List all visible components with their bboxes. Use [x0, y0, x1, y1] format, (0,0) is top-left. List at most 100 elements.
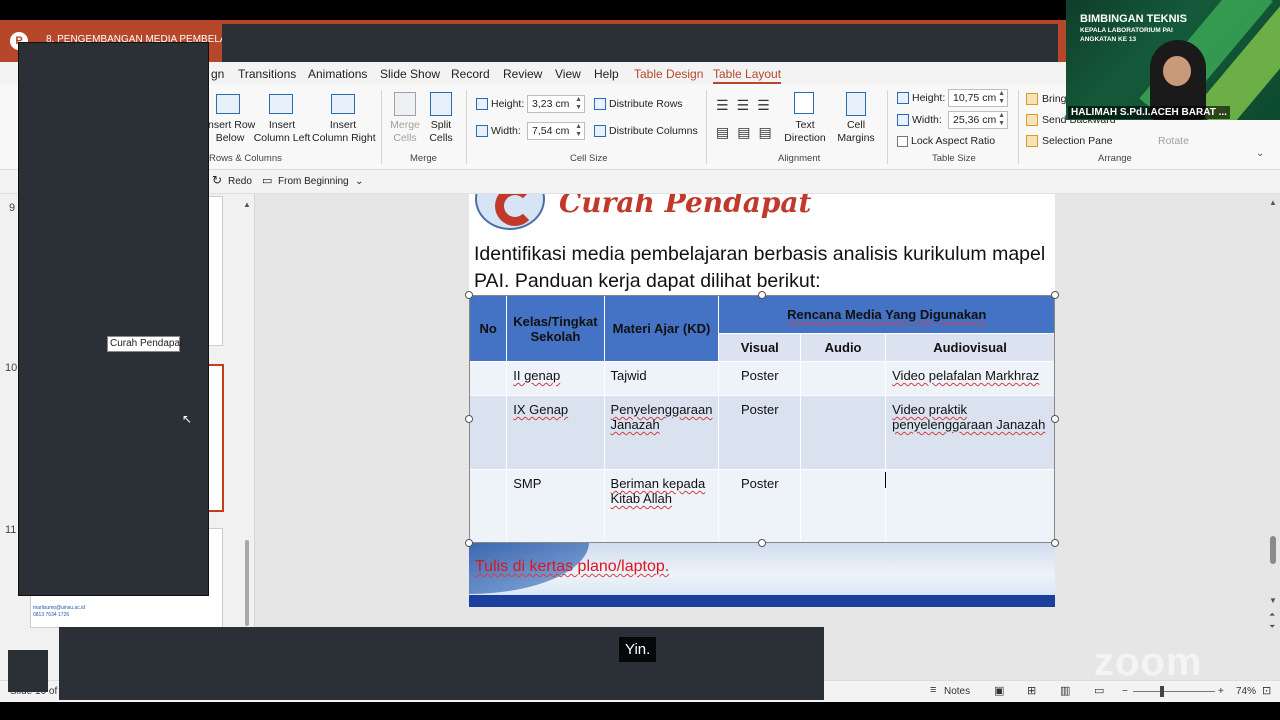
slideshow-view-icon[interactable]: ▭ [1094, 684, 1104, 697]
tab-design[interactable]: gn [211, 67, 224, 81]
tab-slide-show[interactable]: Slide Show [380, 67, 440, 81]
insert-row-below-button[interactable]: nsert Row Below [208, 119, 255, 145]
header-materi[interactable]: Materi Ajar (KD) [603, 295, 720, 362]
resize-handle[interactable] [758, 539, 766, 547]
notes-button[interactable]: Notes [944, 686, 970, 697]
scroll-up-icon[interactable]: ▲ [243, 200, 251, 209]
cell-no[interactable] [469, 395, 508, 470]
cell-kelas[interactable]: II genap [506, 361, 605, 396]
cell-materi[interactable]: Tajwid [603, 361, 720, 396]
slide-title[interactable]: Curah Pendapat [559, 194, 812, 219]
insert-column-right-button[interactable]: Insert Column Right [312, 119, 376, 145]
next-slide-icon[interactable]: ⏷ [1269, 622, 1275, 632]
cell-audiovisual[interactable]: Video pelafalan Markhraz [885, 361, 1055, 396]
cell-margins-button[interactable]: Cell Margins [832, 119, 880, 145]
scroll-down-icon[interactable]: ▼ [1269, 596, 1277, 605]
slide-sorter-icon[interactable]: ⊞ [1027, 684, 1036, 697]
distribute-columns-button[interactable]: Distribute Columns [609, 125, 698, 138]
cell-audio[interactable] [800, 361, 887, 396]
resize-handle[interactable] [465, 415, 473, 423]
spinner-arrows-icon[interactable]: ▲ ▼ [575, 123, 582, 139]
tab-help[interactable]: Help [594, 67, 619, 81]
cell-materi[interactable]: Beriman kepada Kitab Allah [603, 469, 720, 545]
scroll-thumb[interactable] [1270, 536, 1276, 564]
table-width-input[interactable]: 25,36 cm ▲ ▼ [948, 111, 1008, 129]
cell-visual[interactable]: Poster [718, 395, 802, 470]
cell-visual[interactable]: Poster [718, 469, 802, 545]
resize-handle[interactable] [1051, 291, 1059, 299]
customize-qat-icon[interactable]: ⌄ [355, 176, 363, 187]
resize-handle[interactable] [465, 291, 473, 299]
merge-cells-button[interactable]: Merge Cells [386, 119, 424, 145]
collapse-ribbon-icon[interactable]: ⌄ [1256, 148, 1264, 159]
cell-kelas[interactable]: SMP [506, 469, 605, 545]
spinner-arrows-icon[interactable]: ▲ ▼ [575, 96, 582, 112]
media-table[interactable]: No Kelas/Tingkat Sekolah Materi Ajar (KD… [469, 295, 1055, 545]
selection-pane-button[interactable]: Selection Pane [1042, 135, 1113, 148]
tab-table-design[interactable]: Table Design [634, 67, 703, 81]
tab-table-layout[interactable]: Table Layout [713, 67, 782, 84]
redo-button[interactable]: Redo [228, 176, 252, 187]
zoom-in-icon[interactable]: + [1218, 686, 1224, 697]
tab-record[interactable]: Record [451, 67, 490, 81]
tab-transitions[interactable]: Transitions [238, 67, 296, 81]
zoom-slider-thumb[interactable] [1160, 686, 1164, 697]
speaker-video[interactable]: BIMBINGAN TEKNIS KEPALA LABORATORIUM PAI… [1066, 0, 1280, 120]
resize-handle[interactable] [758, 291, 766, 299]
header-visual[interactable]: Visual [718, 333, 802, 362]
cell-width-value: 7,54 cm [532, 125, 570, 137]
lock-aspect-checkbox[interactable] [897, 136, 908, 147]
scroll-up-icon[interactable]: ▲ [1269, 198, 1277, 207]
cell-audio[interactable] [800, 395, 887, 470]
table-width-icon [897, 114, 909, 126]
table-height-input[interactable]: 10,75 cm ▲ ▼ [948, 89, 1008, 107]
horizontal-align-icons[interactable]: ☰☰☰ [716, 97, 778, 114]
header-kelas[interactable]: Kelas/Tingkat Sekolah [506, 295, 605, 362]
header-audio[interactable]: Audio [800, 333, 887, 362]
spinner-arrows-icon[interactable]: ▲ ▼ [998, 90, 1005, 106]
header-audiovisual[interactable]: Audiovisual [885, 333, 1055, 362]
reading-view-icon[interactable]: ▥ [1060, 684, 1070, 697]
cell-kelas[interactable]: IX Genap [506, 395, 605, 470]
cell-height-input[interactable]: 3,23 cm ▲ ▼ [527, 95, 585, 113]
previous-slide-icon[interactable]: ⏶ [1269, 610, 1275, 620]
cell-audiovisual[interactable] [885, 469, 1055, 545]
tab-view[interactable]: View [555, 67, 581, 81]
slide-footnote[interactable]: Tulis di kertas plano/laptop. [475, 558, 669, 576]
header-no[interactable]: No [469, 295, 508, 362]
thumbnail-tooltip: Curah Pendapat [107, 336, 183, 352]
from-beginning-button[interactable]: From Beginning [278, 176, 349, 187]
resize-handle[interactable] [465, 539, 473, 547]
header-rencana[interactable]: Rencana Media Yang Digunakan [718, 295, 1055, 334]
scroll-thumb[interactable] [245, 540, 249, 626]
cell-audio[interactable] [800, 469, 887, 545]
cell-no[interactable] [469, 361, 508, 396]
zoom-out-icon[interactable]: − [1122, 686, 1128, 697]
insert-column-left-button[interactable]: Insert Column Left [253, 119, 311, 145]
rotate-button[interactable]: Rotate [1158, 135, 1189, 148]
zoom-level[interactable]: 74% [1236, 686, 1256, 697]
text-direction-button[interactable]: Text Direction [778, 119, 832, 145]
cell-visual[interactable]: Poster [718, 361, 802, 396]
editor-scrollbar[interactable]: ▲ ▼ ⏶ ⏷ [1266, 196, 1280, 636]
tab-review[interactable]: Review [503, 67, 542, 81]
cell-width-input[interactable]: 7,54 cm ▲ ▼ [527, 122, 585, 140]
resize-handle[interactable] [1051, 539, 1059, 547]
vertical-align-icons[interactable]: ▤▤▤ [716, 124, 780, 141]
bring-forward-button[interactable]: Bring [1042, 93, 1067, 106]
cell-materi[interactable]: Penyelenggaraan Janazah [603, 395, 720, 470]
cell-audiovisual[interactable]: Video praktik penyelenggaraan Janazah [885, 395, 1055, 470]
split-cells-button[interactable]: Split Cells [422, 119, 460, 145]
distribute-rows-button[interactable]: Distribute Rows [609, 98, 683, 111]
normal-view-icon[interactable]: ▣ [994, 684, 1004, 697]
speaker-name: HALIMAH S.Pd.I.ACEH BARAT ... [1068, 106, 1230, 119]
thumbnail-scrollbar[interactable]: ▲ [243, 200, 251, 626]
insert-column-left-icon [269, 94, 293, 114]
zoom-slider[interactable] [1133, 691, 1215, 692]
slide-intro-text[interactable]: Identifikasi media pembelajaran berbasis… [474, 241, 1054, 295]
fit-to-window-icon[interactable]: ⊡ [1262, 684, 1271, 697]
cell-no[interactable] [469, 469, 508, 545]
resize-handle[interactable] [1051, 415, 1059, 423]
tab-animations[interactable]: Animations [308, 67, 367, 81]
spinner-arrows-icon[interactable]: ▲ ▼ [998, 112, 1005, 128]
